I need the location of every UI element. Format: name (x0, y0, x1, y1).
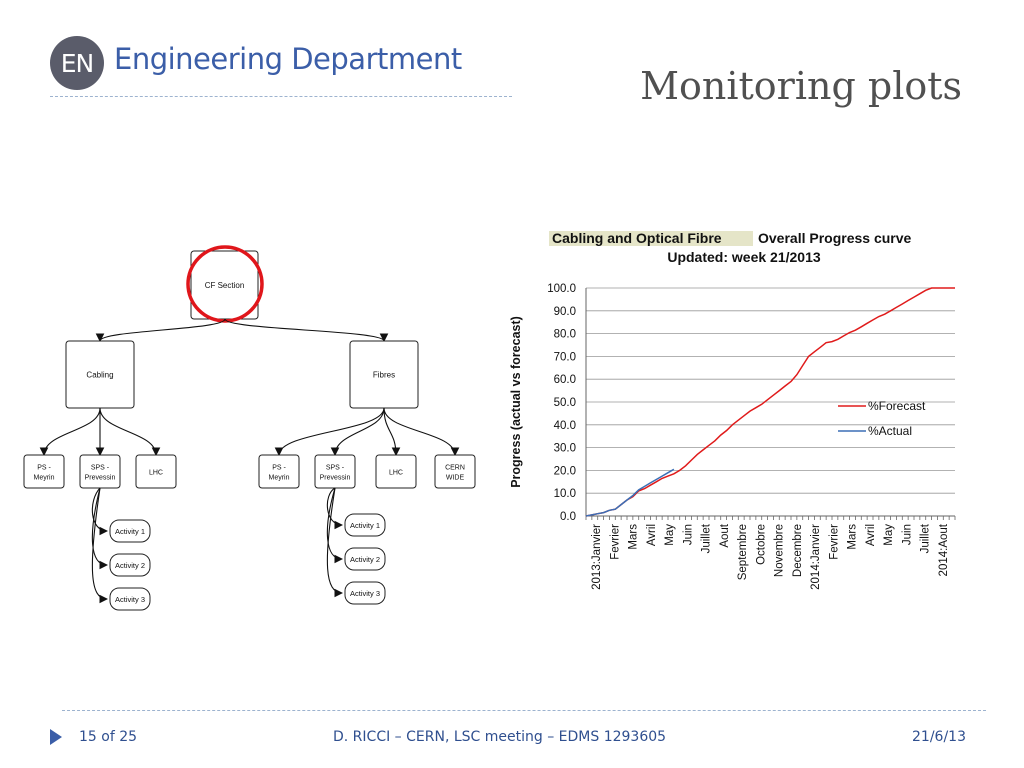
connector-arrow (330, 407, 385, 457)
footer-arrow-icon (50, 729, 62, 745)
x-tick-label: Decembre (792, 524, 804, 577)
x-tick-label: May (883, 524, 895, 546)
node-child-label: LHC (149, 470, 163, 477)
y-tick-label: 100.0 (547, 283, 576, 295)
y-tick-label: 70.0 (554, 351, 576, 363)
y-tick-label: 20.0 (554, 465, 576, 477)
y-tick-label: 30.0 (554, 443, 576, 455)
activity-label: Activity 1 (115, 527, 145, 536)
activity-connector (91, 487, 109, 536)
figures: CF SectionCablingPS -MeyrinSPS -Prevessi… (23, 230, 956, 745)
y-tick-label: 10.0 (554, 488, 576, 500)
y-tick-label: 50.0 (554, 397, 576, 409)
x-tick-label: May (664, 524, 676, 546)
connector-arrow (39, 407, 101, 457)
x-tick-label: Juillet (701, 523, 713, 553)
footer-author: D. RICCI – CERN, LSC meeting – EDMS 1293… (333, 729, 667, 745)
activity-connector (326, 487, 344, 598)
x-tick-label: Avril (646, 524, 658, 546)
page-number: 15 of 25 (79, 729, 138, 745)
x-tick-label: Septembre (737, 524, 749, 580)
legend-label: %Forecast (868, 399, 926, 413)
chart-title: Overall Progress curve (758, 230, 912, 246)
x-tick-label: Mars (628, 524, 640, 550)
x-tick-label: Novembre (774, 524, 786, 577)
activity-label: Activity 3 (350, 589, 380, 598)
y-tick-label: 60.0 (554, 374, 576, 386)
connector-arrow (224, 318, 389, 343)
series-line-actual (585, 468, 675, 517)
node-cabling-label: Cabling (86, 371, 113, 380)
y-axis-label: Progress (actual vs forecast) (509, 316, 523, 488)
node-child (23, 454, 65, 489)
x-tick-label: Octobre (755, 524, 767, 565)
org-chart: CF SectionCablingPS -MeyrinSPS -Prevessi… (23, 245, 476, 611)
node-child (314, 454, 356, 489)
y-tick-label: 0.0 (560, 511, 576, 523)
x-tick-label: Avril (865, 524, 877, 546)
x-tick-label: Fevrier (609, 524, 621, 560)
x-tick-label: Juillet (920, 523, 932, 553)
chart-subtitle: Updated: week 21/2013 (667, 249, 821, 265)
x-tick-label: Juin (682, 524, 694, 545)
activity-label: Activity 3 (115, 595, 145, 604)
node-child (258, 454, 300, 489)
x-tick-label: Mars (847, 524, 859, 550)
x-tick-label: Aout (719, 523, 731, 547)
connector-arrow (383, 407, 401, 457)
activity-label: Activity 2 (115, 561, 145, 570)
footer-rule (62, 710, 986, 711)
x-tick-label: Juin (901, 524, 913, 545)
progress-chart: 0.0 10.0 20.0 30.0 40.0 50.0 60.0 70.0 80.0 90.0 1… (547, 283, 956, 590)
connector-arrow (274, 407, 385, 457)
x-tick-label: Fevrier (828, 524, 840, 560)
activity-label: Activity 2 (350, 555, 380, 564)
legend-label: %Actual (868, 424, 912, 438)
node-fibres-label: Fibres (373, 371, 395, 380)
x-tick-label: 2014:Aout (938, 523, 950, 576)
footer-date: 21/6/13 (912, 729, 966, 745)
y-tick-label: 90.0 (554, 306, 576, 318)
x-tick-label: 2014:Janvier (810, 524, 822, 590)
chart-title-highlight: Cabling and Optical Fibre (552, 230, 722, 246)
connector-arrow (99, 407, 161, 457)
activity-connector (91, 487, 109, 604)
x-tick-label: 2013:Janvier (591, 524, 603, 590)
activity-label: Activity 1 (350, 521, 380, 530)
node-cf-section-label: CF Section (205, 281, 245, 290)
node-child (79, 454, 121, 489)
y-tick-label: 80.0 (554, 329, 576, 341)
connector-arrow (95, 318, 226, 343)
y-tick-label: 40.0 (554, 420, 576, 432)
node-child-label: LHC (389, 470, 403, 477)
connector-arrow (383, 407, 460, 457)
node-child (434, 454, 476, 489)
